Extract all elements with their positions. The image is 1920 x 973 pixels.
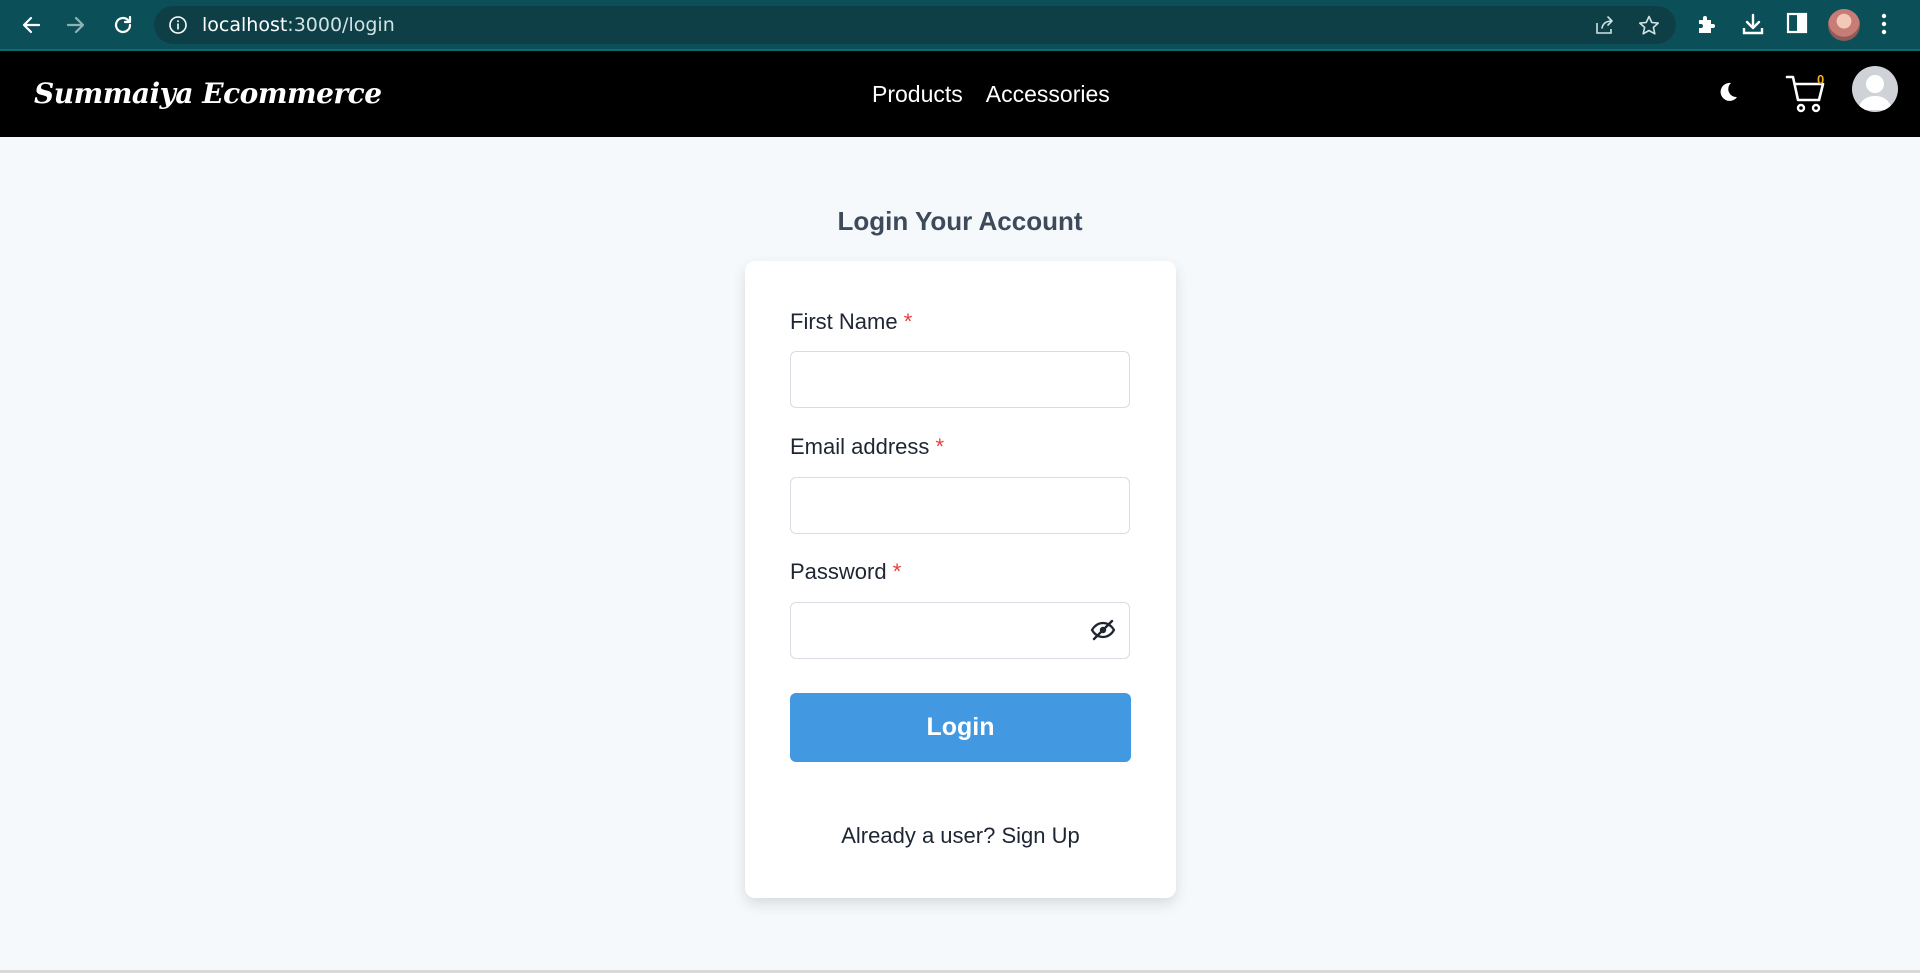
signup-prompt: Already a user? Sign Up — [841, 823, 1080, 848]
site-navbar: Summaiya Ecommerce Products Accessories … — [0, 51, 1920, 137]
info-icon[interactable] — [168, 15, 188, 39]
login-card: First Name * Email address * Password * … — [745, 261, 1176, 898]
puzzle-icon[interactable] — [1694, 12, 1718, 40]
first-name-label: First Name * — [790, 309, 913, 334]
login-button[interactable]: Login — [790, 693, 1131, 762]
brand-logo[interactable]: Summaiya Ecommerce — [34, 51, 382, 137]
signup-link[interactable]: Sign Up — [1001, 823, 1079, 848]
cart-count-badge: 0 — [1817, 72, 1825, 87]
page-title: Login Your Account — [837, 206, 1083, 236]
nav-links: Products Accessories — [872, 51, 1110, 137]
email-label: Email address * — [790, 434, 945, 459]
email-field[interactable] — [790, 477, 1130, 534]
nav-link-products[interactable]: Products — [872, 81, 963, 108]
password-label: Password * — [790, 559, 902, 584]
address-bar[interactable]: localhost:3000/login — [154, 6, 1676, 44]
reload-icon[interactable] — [108, 10, 138, 40]
side-panel-icon[interactable] — [1786, 12, 1808, 38]
profile-avatar[interactable] — [1828, 9, 1860, 41]
forward-arrow-icon[interactable] — [61, 10, 91, 40]
download-icon[interactable] — [1741, 12, 1765, 40]
back-arrow-icon[interactable] — [16, 10, 46, 40]
browser-toolbar: localhost:3000/login — [0, 0, 1920, 51]
nav-link-accessories[interactable]: Accessories — [986, 81, 1110, 108]
first-name-field[interactable] — [790, 351, 1130, 408]
eye-off-icon[interactable] — [1090, 619, 1116, 645]
star-icon[interactable] — [1638, 15, 1660, 40]
password-field[interactable] — [790, 602, 1130, 659]
moon-icon[interactable] — [1716, 80, 1740, 108]
user-icon[interactable] — [1852, 66, 1898, 112]
url-text: localhost:3000/login — [202, 14, 395, 36]
kebab-menu-icon[interactable] — [1880, 12, 1888, 40]
share-icon[interactable] — [1594, 15, 1616, 39]
